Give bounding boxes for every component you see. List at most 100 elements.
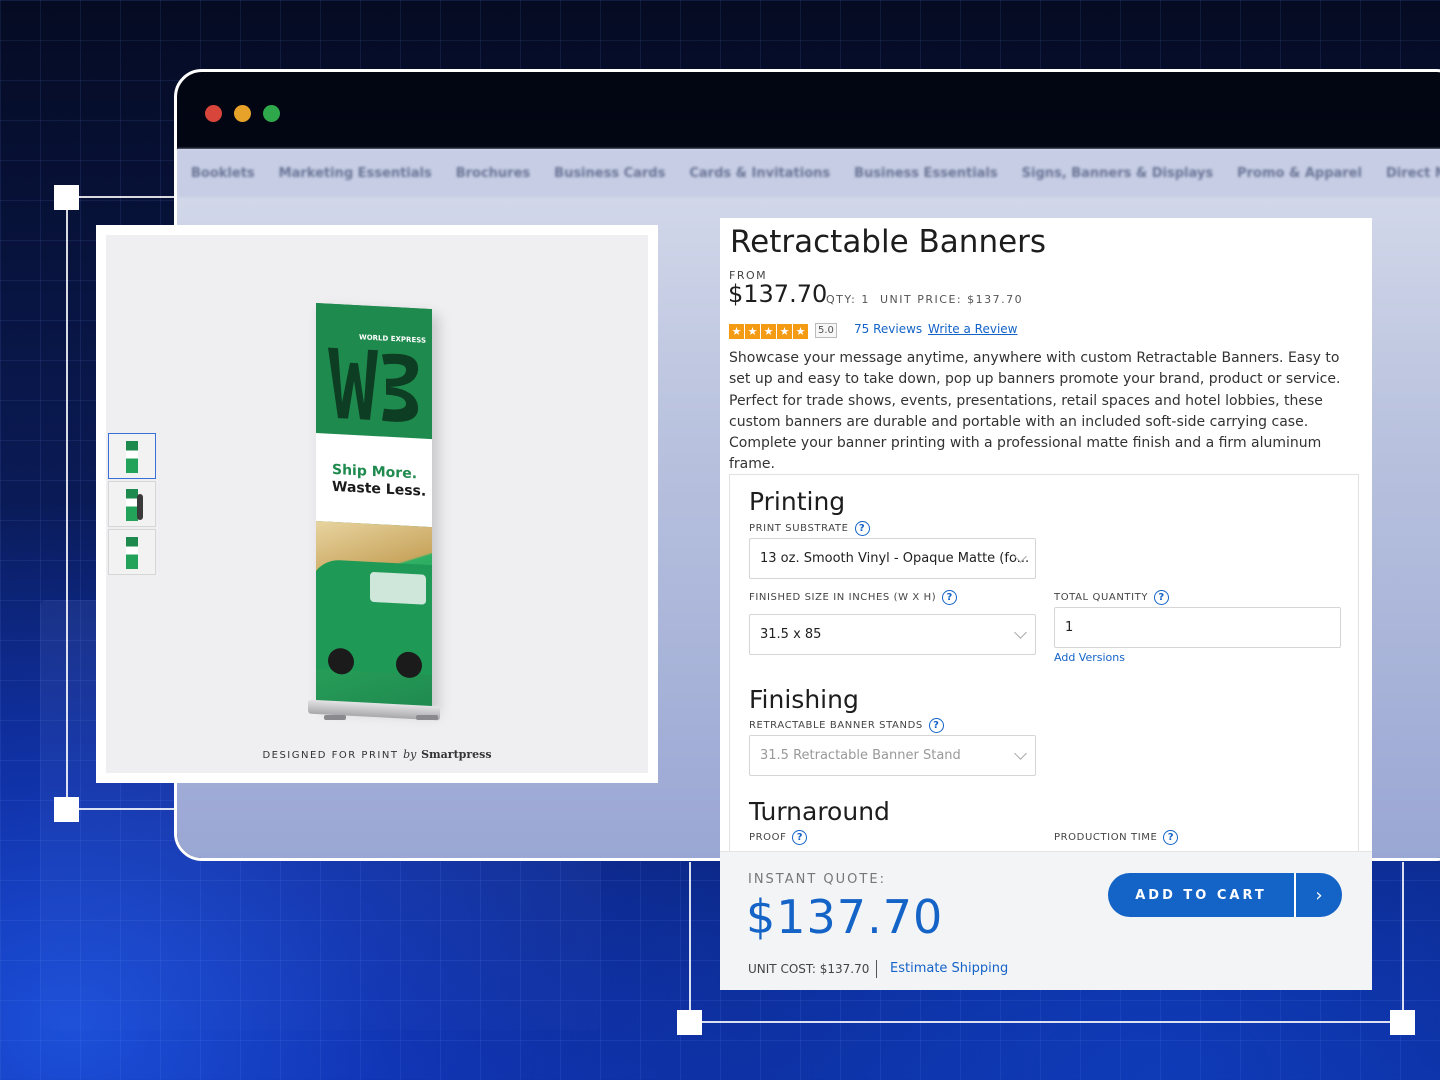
- printing-section-title: Printing: [749, 487, 846, 516]
- add-to-cart-button[interactable]: ADD TO CART ›: [1108, 873, 1342, 917]
- star-icon: ★: [793, 324, 808, 339]
- help-icon[interactable]: ?: [928, 718, 944, 733]
- finishing-section-title: Finishing: [749, 685, 859, 714]
- banner-bottom-panel: [316, 521, 432, 710]
- qty-label: QTY: 1: [826, 293, 870, 306]
- chevron-down-icon: [1014, 626, 1027, 639]
- guide-line-right: [1402, 862, 1404, 1022]
- chevron-down-icon: [1014, 747, 1027, 760]
- thumbnail-strip: [108, 433, 156, 577]
- product-image-card: WORLD EXPRESS Ship More. Waste Less. DES…: [96, 225, 658, 783]
- banner-stands-label: RETRACTABLE BANNER STANDS ?: [749, 718, 944, 733]
- resize-handle-bottom-mid[interactable]: [677, 1010, 702, 1035]
- van-wheel-rear: [396, 651, 422, 679]
- image-caption: DESIGNED FOR PRINT by Smartpress: [106, 748, 648, 761]
- site-nav-item[interactable]: Promo & Apparel: [1237, 166, 1362, 181]
- add-versions-link[interactable]: Add Versions: [1054, 651, 1125, 664]
- proof-label-text: PROOF: [749, 832, 787, 843]
- star-icon: ★: [745, 324, 760, 339]
- van-window: [370, 571, 426, 605]
- chevron-right-icon: ›: [1315, 884, 1323, 906]
- window-minimize-dot[interactable]: [234, 105, 251, 122]
- banner-stands-value: 31.5 Retractable Banner Stand: [760, 748, 961, 763]
- site-nav-item[interactable]: Marketing Essentials: [279, 166, 432, 181]
- divider: [876, 960, 877, 978]
- thumbnail-banner-icon: [126, 537, 138, 569]
- guide-line-bottom: [690, 1021, 1404, 1023]
- instant-quote-price: $137.70: [746, 890, 944, 944]
- print-substrate-select[interactable]: 13 oz. Smooth Vinyl - Opaque Matte (fo..…: [749, 538, 1036, 579]
- thumbnail-banner-icon: [126, 441, 138, 473]
- add-to-cart-label: ADD TO CART: [1135, 887, 1267, 903]
- unit-cost-label: UNIT COST: $137.70: [748, 962, 870, 976]
- banner-illustration: WORLD EXPRESS Ship More. Waste Less.: [316, 303, 432, 710]
- site-nav-item[interactable]: Booklets: [191, 166, 255, 181]
- unit-price-label: UNIT PRICE: $137.70: [880, 293, 1024, 306]
- banner-tagline-2: Waste Less.: [332, 478, 427, 500]
- finished-size-value: 31.5 x 85: [760, 627, 822, 642]
- help-icon[interactable]: ?: [1163, 830, 1179, 845]
- print-substrate-label: PRINT SUBSTRATE ?: [749, 521, 870, 536]
- site-nav-item[interactable]: Signs, Banners & Displays: [1022, 166, 1213, 181]
- total-quantity-label: TOTAL QUANTITY ?: [1054, 590, 1170, 605]
- site-nav-item[interactable]: Cards & Invitations: [689, 166, 830, 181]
- guide-line-bottom-left: [66, 808, 176, 810]
- help-icon[interactable]: ?: [1154, 590, 1170, 605]
- site-nav-item[interactable]: Direct Mail: [1386, 166, 1440, 181]
- star-icon: ★: [761, 324, 776, 339]
- help-icon[interactable]: ?: [854, 521, 870, 536]
- thumbnail-3[interactable]: [108, 529, 156, 575]
- banner-stands-label-text: RETRACTABLE BANNER STANDS: [749, 720, 923, 731]
- product-description: Showcase your message anytime, anywhere …: [729, 350, 1341, 473]
- van-wheel-front: [328, 647, 354, 675]
- print-substrate-value: 13 oz. Smooth Vinyl - Opaque Matte (fo..…: [760, 551, 1030, 566]
- rating-value: 5.0: [815, 323, 837, 338]
- total-quantity-input[interactable]: 1: [1054, 607, 1341, 648]
- instant-quote-bar: INSTANT QUOTE: $137.70 UNIT COST: $137.7…: [720, 851, 1372, 990]
- guide-line-top-left: [66, 196, 176, 198]
- van-illustration: [316, 558, 432, 679]
- product-title: Retractable Banners: [730, 224, 1047, 260]
- finished-size-label: FINISHED SIZE IN INCHES (W X H) ?: [749, 590, 958, 605]
- banner-stands-select[interactable]: 31.5 Retractable Banner Stand: [749, 735, 1036, 776]
- banner-tagline: Ship More. Waste Less.: [332, 462, 426, 501]
- help-icon[interactable]: ?: [792, 830, 808, 845]
- turnaround-section-title: Turnaround: [749, 797, 890, 826]
- resize-handle-top-left[interactable]: [54, 185, 79, 210]
- instant-quote-label: INSTANT QUOTE:: [748, 872, 886, 887]
- site-nav: Booklets Marketing Essentials Brochures Bus…: [177, 149, 1440, 197]
- rating-stars: ★ ★ ★ ★ ★: [729, 324, 808, 339]
- finished-size-label-text: FINISHED SIZE IN INCHES (W X H): [749, 592, 937, 603]
- star-icon: ★: [729, 324, 744, 339]
- write-review-link[interactable]: Write a Review: [928, 322, 1017, 336]
- banner-top-panel: WORLD EXPRESS: [316, 303, 432, 440]
- print-substrate-label-text: PRINT SUBSTRATE: [749, 523, 849, 534]
- thumbnail-2[interactable]: [108, 481, 156, 527]
- product-details-panel: Retractable Banners FROM $137.70 QTY: 1 …: [720, 218, 1372, 990]
- resize-handle-bottom-left[interactable]: [54, 797, 79, 822]
- site-nav-item[interactable]: Business Essentials: [854, 166, 998, 181]
- finished-size-select[interactable]: 31.5 x 85: [749, 614, 1036, 655]
- production-time-label: PRODUCTION TIME ?: [1054, 830, 1179, 845]
- thumbnail-person-icon: [137, 494, 143, 520]
- estimate-shipping-link[interactable]: Estimate Shipping: [890, 961, 1008, 976]
- site-nav-item[interactable]: Business Cards: [554, 166, 665, 181]
- product-image-area: WORLD EXPRESS Ship More. Waste Less. DES…: [106, 235, 648, 773]
- window-close-dot[interactable]: [205, 105, 222, 122]
- site-nav-item[interactable]: Brochures: [456, 166, 530, 181]
- options-panel: Printing PRINT SUBSTRATE ? 13 oz. Smooth…: [729, 474, 1359, 874]
- product-price: $137.70: [728, 280, 828, 308]
- guide-line-left: [66, 197, 68, 809]
- banner-logo-icon: [328, 347, 419, 422]
- banner-stand-foot-right: [416, 715, 438, 720]
- caption-brand: Smartpress: [421, 748, 492, 761]
- resize-handle-bottom-right[interactable]: [1390, 1010, 1415, 1035]
- window-maximize-dot[interactable]: [263, 105, 280, 122]
- caption-by: by: [403, 748, 417, 761]
- banner-stand-foot-left: [324, 715, 346, 720]
- proof-label: PROOF ?: [749, 830, 808, 845]
- total-quantity-value: 1: [1065, 620, 1074, 635]
- thumbnail-1[interactable]: [108, 433, 156, 479]
- reviews-link[interactable]: 75 Reviews: [854, 322, 922, 336]
- help-icon[interactable]: ?: [942, 590, 958, 605]
